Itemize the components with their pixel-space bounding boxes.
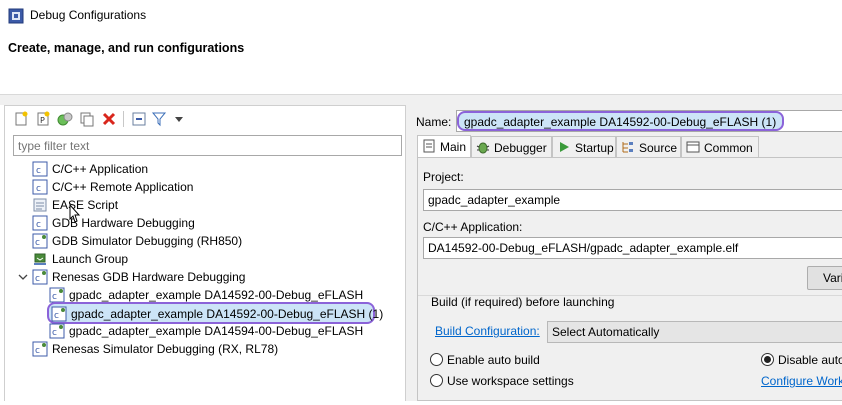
collapse-all-icon[interactable] <box>131 111 147 127</box>
svg-text:c: c <box>54 311 59 321</box>
configurations-toolbar: P <box>11 108 211 130</box>
banner-separator <box>0 95 842 105</box>
duplicate-icon[interactable] <box>79 111 95 127</box>
svg-text:c: c <box>36 220 41 230</box>
enable-auto-build-radio[interactable] <box>430 353 443 366</box>
tree-item-cpp-remote-application[interactable]: c C/C++ Remote Application <box>32 178 232 196</box>
project-label: Project: <box>423 170 464 184</box>
header-banner: Create, manage, and run configurations <box>0 32 842 95</box>
tree-item-launch-group[interactable]: Launch Group <box>32 250 232 268</box>
launch-group-icon <box>34 253 46 265</box>
new-config-icon[interactable] <box>13 111 29 127</box>
disable-auto-build-radio[interactable] <box>761 353 774 366</box>
tree-item-gdb-hardware-debugging[interactable]: c GDB Hardware Debugging <box>32 214 232 232</box>
play-icon <box>560 142 569 152</box>
svg-text:c: c <box>36 166 41 176</box>
tree-item-cpp-application[interactable]: c C/C++ Application <box>32 160 232 178</box>
c-debug-config-icon: c <box>51 306 67 322</box>
svg-text:c: c <box>35 346 40 356</box>
tab-common[interactable]: Common <box>681 136 759 157</box>
debug-configurations-icon <box>8 8 24 24</box>
tab-startup[interactable]: Startup <box>552 136 616 157</box>
tab-main[interactable]: Main <box>417 135 471 158</box>
c-debug-config-icon: c <box>49 323 65 339</box>
main-tab-icon <box>423 139 435 153</box>
filter-icon[interactable] <box>151 111 167 127</box>
dropdown-icon[interactable] <box>171 111 187 127</box>
svg-text:P: P <box>40 116 45 125</box>
title-bar: Debug Configurations <box>0 0 842 32</box>
project-field[interactable]: gpadc_adapter_example <box>423 189 842 211</box>
chevron-down-icon[interactable] <box>18 272 28 282</box>
name-field[interactable]: gpadc_adapter_example DA14592-00-Debug_e… <box>456 110 842 132</box>
filter-input[interactable] <box>13 135 402 156</box>
tree-item-gdb-simulator-debugging[interactable]: c GDB Simulator Debugging (RH850) <box>32 232 262 250</box>
toolbar-separator <box>123 111 124 127</box>
tree-item-renesas-simulator-debugging[interactable]: c Renesas Simulator Debugging (RX, RL78) <box>32 340 292 358</box>
c-debug-config-icon: c <box>49 287 65 303</box>
launch-configurations-pane: P c C/C++ Application c C/C++ Remote A <box>4 105 406 401</box>
disable-auto-build-label: Disable auto <box>778 353 842 367</box>
svg-text:c: c <box>35 238 40 248</box>
c-debug-config-icon: c <box>32 233 48 249</box>
build-configuration-link[interactable]: Build Configuration: <box>435 324 540 338</box>
tree-item-renesas-gdb-hardware-debugging[interactable]: c Renesas GDB Hardware Debugging <box>32 268 262 286</box>
window-title: Debug Configurations <box>30 8 147 22</box>
banner-title: Create, manage, and run configurations <box>8 41 245 55</box>
application-label: C/C++ Application: <box>423 220 523 234</box>
build-group-label: Build (if required) before launching <box>431 295 615 309</box>
build-configuration-select[interactable]: Select Automatically <box>547 321 842 343</box>
c-debug-config-icon: c <box>32 341 48 357</box>
tree-item-gpadc-da14594[interactable]: c gpadc_adapter_example DA14594-00-Debug… <box>49 322 369 340</box>
tab-debugger[interactable]: Debugger <box>471 136 552 157</box>
c-config-icon: c <box>32 161 48 177</box>
c-debug-config-icon: c <box>32 269 48 285</box>
delete-icon[interactable] <box>101 111 117 127</box>
main-tab-panel: Project: gpadc_adapter_example C/C++ App… <box>417 157 842 401</box>
variables-button[interactable]: Vari <box>807 266 842 290</box>
config-tabs: Main Debugger Startup Source Common <box>417 135 842 158</box>
c-config-icon: c <box>32 215 48 231</box>
new-prototype-icon[interactable]: P <box>35 111 51 127</box>
use-workspace-settings-label: Use workspace settings <box>447 374 574 388</box>
tree-item-ease-script[interactable]: EASE Script <box>32 196 232 214</box>
tree-item-gpadc-da14592-1-selected[interactable]: c gpadc_adapter_example DA14592-00-Debug… <box>47 302 383 324</box>
svg-text:c: c <box>35 274 40 284</box>
script-icon <box>33 198 47 212</box>
name-field-value: gpadc_adapter_example DA14592-00-Debug_e… <box>457 111 785 131</box>
svg-text:c: c <box>36 184 41 194</box>
c-config-icon: c <box>32 179 48 195</box>
mouse-cursor-icon <box>69 204 81 223</box>
tab-source[interactable]: Source <box>616 136 681 157</box>
bug-icon <box>476 142 490 154</box>
enable-auto-build-label: Enable auto build <box>447 353 540 367</box>
export-icon[interactable] <box>57 111 73 127</box>
common-tab-icon <box>686 141 700 153</box>
svg-text:c: c <box>52 328 57 338</box>
svg-text:c: c <box>52 292 57 302</box>
configuration-editor: Name: gpadc_adapter_example DA14592-00-D… <box>412 105 842 401</box>
build-group <box>418 295 842 405</box>
application-field[interactable]: DA14592-00-Debug_eFLASH/gpadc_adapter_ex… <box>423 237 842 259</box>
source-lookup-icon <box>622 142 633 153</box>
use-workspace-settings-radio[interactable] <box>430 374 443 387</box>
configure-workspace-link[interactable]: Configure Work <box>761 374 842 388</box>
name-label: Name: <box>416 115 452 129</box>
